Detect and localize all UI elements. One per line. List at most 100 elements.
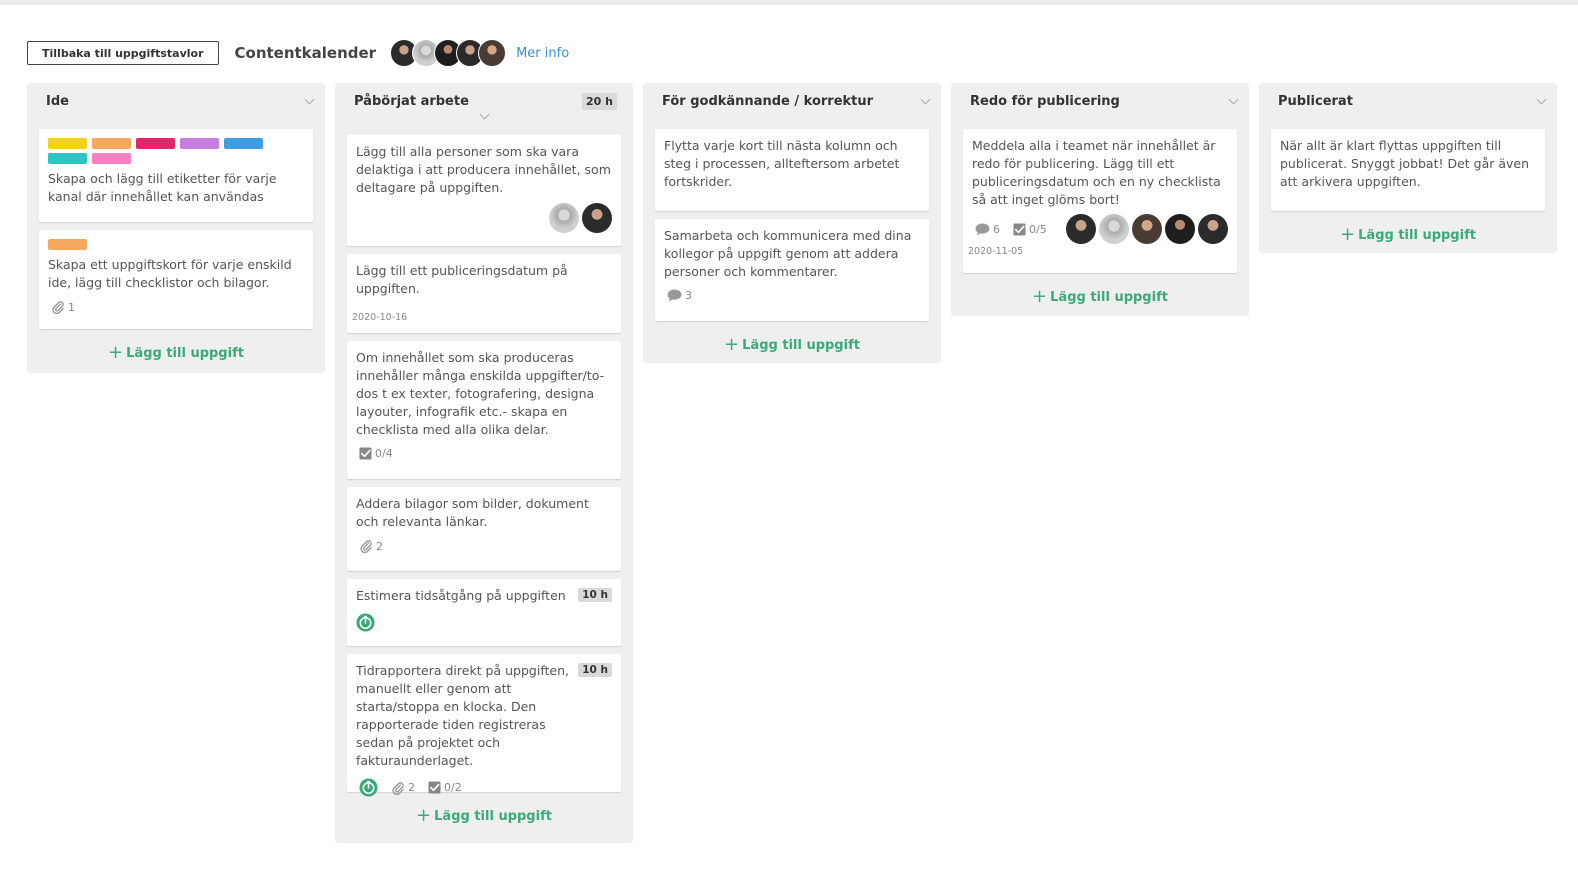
assignee-avatar[interactable] [1132,214,1162,244]
add-task-label: Lägg till uppgift [1050,289,1168,305]
paperclip-icon [359,539,373,553]
task-card[interactable]: Lägg till ett publiceringsdatum på uppgi… [347,254,621,333]
column-for-godkannande: För godkännande / korrektur Flytta varje… [643,83,941,363]
task-card[interactable]: Samarbeta och kommunicera med dina kolle… [655,219,929,321]
checklist-indicator: 0/5 [1010,222,1047,236]
board-header: Tillbaka till uppgiftstavlor Contentkale… [27,38,569,68]
publish-date: 2020-10-16 [352,312,408,323]
assignee-avatar[interactable] [1099,214,1129,244]
assignee-avatar[interactable] [549,203,579,233]
add-task-label: Lägg till uppgift [126,345,244,361]
task-card[interactable]: Skapa ett uppgiftskort för varje enskild… [39,230,313,329]
attachments-count: 2 [376,539,383,553]
card-text: Samarbeta och kommunicera med dina kolle… [664,228,912,279]
task-card[interactable]: Skapa och lägg till etiketter för varje … [39,129,313,222]
card-text: Skapa ett uppgiftskort för varje enskild… [48,257,292,290]
add-task-label: Lägg till uppgift [1358,227,1476,243]
card-assignees [1066,214,1228,244]
card-meta: 6 0/5 [972,214,1228,244]
task-card[interactable]: När allt är klart flyttas uppgiften till… [1271,129,1545,211]
card-labels [48,138,278,164]
task-card[interactable]: Meddela alla i teamet när innehållet är … [963,129,1237,273]
column-header: Redo för publicering [951,83,1249,119]
attachments-indicator: 2 [356,539,383,553]
checklist-indicator: 0/4 [356,447,393,460]
card-text: Addera bilagor som bilder, dokument och … [356,496,589,529]
label-orange [48,239,87,250]
assignee-avatar[interactable] [1198,214,1228,244]
card-meta: 0/4 [356,447,612,460]
add-task-label: Lägg till uppgift [742,337,860,353]
board-members[interactable] [390,39,507,67]
back-to-boards-button[interactable]: Tillbaka till uppgiftstavlor [27,41,219,65]
card-meta: 2 0/2 [356,778,612,797]
comments-count: 6 [993,222,1000,236]
card-meta: 2 [356,539,612,553]
add-task-button[interactable]: + Lägg till uppgift [27,337,325,369]
add-task-button[interactable]: + Lägg till uppgift [335,800,633,832]
checkbox-icon [428,781,441,794]
more-info-link[interactable]: Mer info [516,46,569,61]
chevron-down-icon[interactable] [304,94,315,104]
card-text: Flytta varje kort till nästa kolumn och … [664,138,900,189]
attachments-count: 2 [408,781,415,794]
column-header: För godkännande / korrektur [643,83,941,119]
card-text: Skapa och lägg till etiketter för varje … [48,171,277,204]
label-blue [224,138,263,149]
add-task-label: Lägg till uppgift [434,808,552,824]
attachments-indicator: 1 [48,300,75,314]
task-card[interactable]: Estimera tidsåtgång på uppgiften 10 h [347,579,621,646]
assignee-avatar[interactable] [582,203,612,233]
checklist-progress: 0/2 [444,781,462,794]
add-task-button[interactable]: + Lägg till uppgift [643,329,941,361]
assignee-avatar[interactable] [1165,214,1195,244]
add-task-button[interactable]: + Lägg till uppgift [951,281,1249,313]
checklist-progress: 0/4 [375,447,393,460]
comment-icon [975,223,990,236]
board-title: Contentkalender [234,44,377,62]
task-card[interactable]: Tidrapportera direkt på uppgiften, manue… [347,654,621,792]
checkbox-icon [359,447,372,460]
attachments-indicator: 2 [388,781,415,795]
hours-badge: 10 h [578,588,612,602]
chevron-down-icon[interactable] [920,94,931,104]
add-task-button[interactable]: + Lägg till uppgift [1259,219,1557,251]
column-title: Publicerat [1278,93,1353,109]
column-redo-for-publicering: Redo för publicering Meddela alla i team… [951,83,1249,316]
column-hours-badge: 20 h [582,92,617,110]
column-title: För godkännande / korrektur [662,93,874,109]
checklist-progress: 0/5 [1029,222,1047,236]
chevron-down-icon[interactable] [1228,94,1239,104]
task-card[interactable]: Om innehållet som ska produceras innehål… [347,341,621,479]
column-publicerat: Publicerat När allt är klart flyttas upp… [1259,83,1557,253]
assignee-avatar[interactable] [1066,214,1096,244]
task-card[interactable]: Addera bilagor som bilder, dokument och … [347,487,621,571]
card-text: Meddela alla i teamet när innehållet är … [972,138,1221,207]
plus-icon: + [108,342,124,363]
task-card[interactable]: Flytta varje kort till nästa kolumn och … [655,129,929,211]
timer-icon[interactable] [356,613,375,632]
card-text: När allt är klart flyttas uppgiften till… [1280,138,1530,189]
top-divider [0,0,1578,5]
label-purple [180,138,219,149]
attachments-count: 1 [68,300,75,314]
plus-icon: + [1032,286,1048,307]
timer-icon[interactable] [359,778,378,797]
label-yellow [48,138,87,149]
label-orange [92,138,131,149]
hours-badge: 10 h [578,663,612,677]
member-avatar[interactable] [478,39,507,67]
chevron-down-icon[interactable] [1536,94,1547,104]
column-title: Påbörjat arbete [354,93,469,109]
task-card[interactable]: Lägg till alla personer som ska vara del… [347,135,621,246]
column-title: Ide [46,93,69,109]
checkbox-icon [1013,223,1026,236]
comments-count: 3 [685,289,692,302]
plus-icon: + [416,805,432,826]
card-text: Lägg till alla personer som ska vara del… [356,144,611,195]
card-labels [48,239,278,250]
label-pink [92,153,131,164]
plus-icon: + [724,334,740,355]
label-red [136,138,175,149]
card-text: Estimera tidsåtgång på uppgiften [356,588,566,603]
